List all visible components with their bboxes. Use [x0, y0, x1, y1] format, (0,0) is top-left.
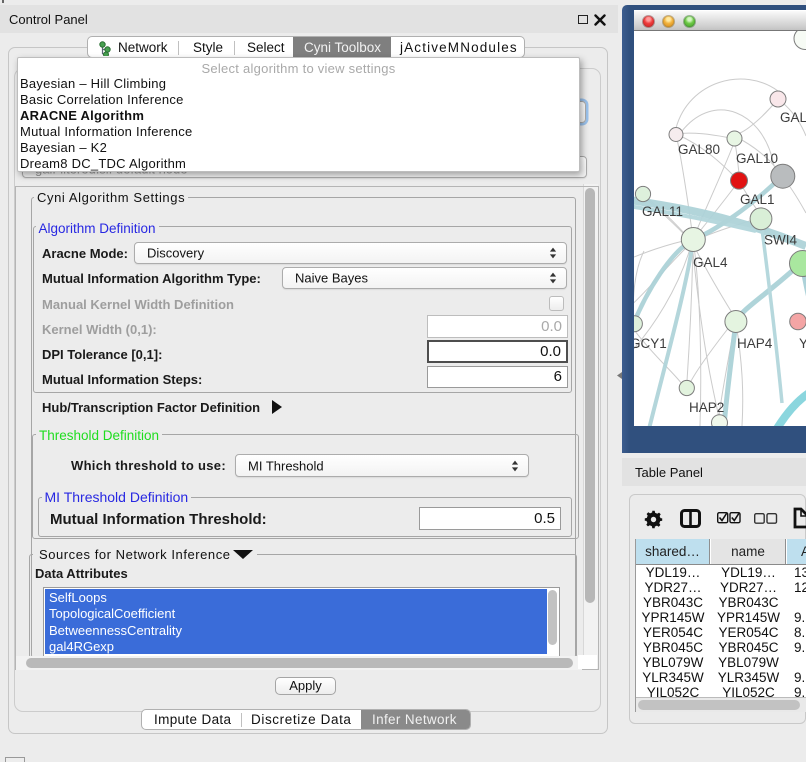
- svg-text:GAL: GAL: [780, 110, 806, 125]
- svg-text:GAL80: GAL80: [678, 142, 720, 157]
- svg-text:GAL11: GAL11: [642, 204, 683, 219]
- svg-text:HAP4: HAP4: [737, 336, 773, 351]
- svg-text:Y: Y: [799, 336, 806, 351]
- svg-text:HAP2: HAP2: [689, 400, 724, 415]
- svg-text:GAL10: GAL10: [736, 151, 778, 166]
- svg-text:SWI4: SWI4: [764, 233, 797, 248]
- svg-text:GAL1: GAL1: [740, 192, 775, 207]
- svg-text:GAL4: GAL4: [693, 255, 728, 270]
- svg-text:GCY1: GCY1: [634, 336, 667, 351]
